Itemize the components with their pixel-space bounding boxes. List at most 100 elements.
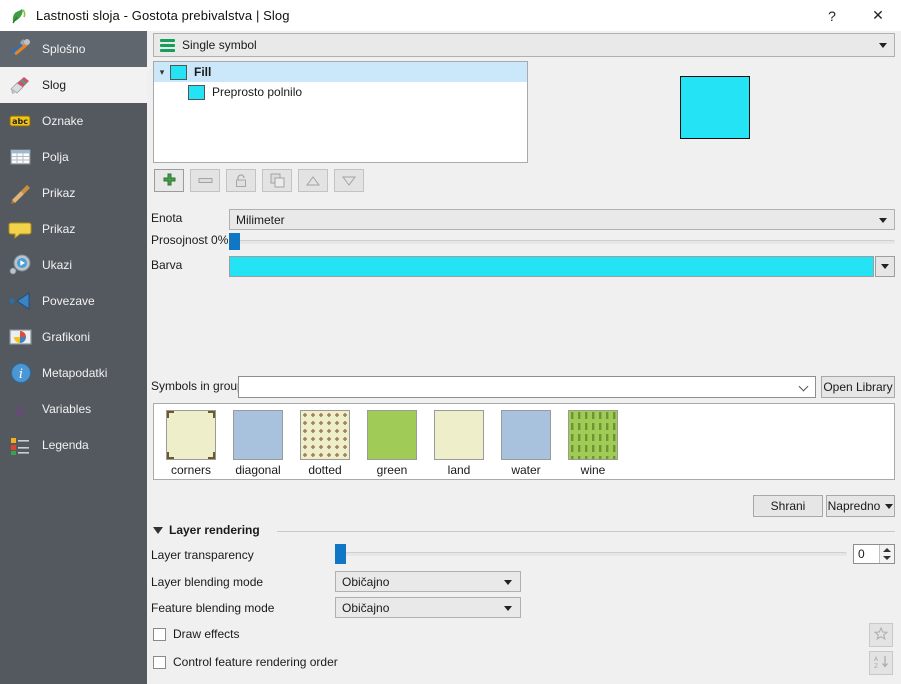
symbol-name: green bbox=[376, 463, 408, 477]
close-button[interactable]: ✕ bbox=[855, 0, 901, 31]
sidebar-item-metapodatki[interactable]: i Metapodatki bbox=[0, 355, 147, 391]
color-row: Barva bbox=[151, 256, 899, 278]
sidebar-item-povezave[interactable]: Povezave bbox=[0, 283, 147, 319]
duplicate-layer-button[interactable] bbox=[262, 169, 292, 192]
sidebar-item-grafikoni[interactable]: Grafikoni bbox=[0, 319, 147, 355]
layer-blending-mode-value: Običajno bbox=[342, 574, 390, 589]
layer-rendering-title: Layer rendering bbox=[169, 523, 260, 537]
symbol-gallery-item[interactable]: water bbox=[497, 410, 555, 479]
symbol-swatch bbox=[188, 84, 205, 100]
triangle-down-icon bbox=[342, 175, 356, 187]
qgis-leaf-icon bbox=[10, 7, 28, 25]
symbol-gallery-item[interactable]: diagonal bbox=[229, 410, 287, 479]
symbol-gallery-item[interactable]: land bbox=[430, 410, 488, 479]
sidebar-item-label: Grafikoni bbox=[42, 330, 91, 344]
advanced-button-label: Napredno bbox=[827, 499, 881, 513]
sidebar-item-prikaz-tooltip[interactable]: Prikaz bbox=[0, 211, 147, 247]
layer-rendering-header[interactable]: Layer rendering bbox=[153, 523, 260, 537]
window-controls: ? ✕ bbox=[809, 0, 901, 31]
move-layer-up-button[interactable] bbox=[298, 169, 328, 192]
symbol-gallery-item[interactable]: dotted bbox=[296, 410, 354, 479]
layer-transparency-slider[interactable] bbox=[335, 552, 847, 556]
save-style-button[interactable]: Shrani bbox=[753, 495, 823, 517]
tree-row[interactable]: ▾ Fill bbox=[154, 62, 527, 82]
transparency-row: Prosojnost 0% bbox=[151, 231, 899, 253]
symbol-thumbnail-diagonal bbox=[233, 410, 283, 460]
unit-value: Milimeter bbox=[236, 212, 285, 227]
draw-effects-checkbox[interactable] bbox=[153, 627, 166, 641]
open-library-button[interactable]: Open Library bbox=[821, 376, 895, 398]
tree-row[interactable]: Preprosto polnilo bbox=[154, 82, 527, 102]
triangle-down-icon[interactable] bbox=[153, 526, 163, 534]
style-panel: Single symbol ▾ Fill Preprosto polnilo E… bbox=[147, 31, 901, 684]
symbol-swatch bbox=[170, 64, 187, 80]
triangle-up-icon bbox=[306, 175, 320, 187]
transparency-slider[interactable] bbox=[229, 240, 895, 244]
symbol-name: diagonal bbox=[235, 463, 281, 477]
symbol-gallery-item[interactable]: green bbox=[363, 410, 421, 479]
move-layer-down-button[interactable] bbox=[334, 169, 364, 192]
sidebar-item-label: Ukazi bbox=[42, 258, 73, 272]
rendering-order-settings-button[interactable]: A Z bbox=[869, 651, 893, 675]
symbol-gallery-item[interactable]: wine bbox=[564, 410, 622, 479]
advanced-button[interactable]: Napredno bbox=[826, 495, 895, 517]
symbol-layer-tree[interactable]: ▾ Fill Preprosto polnilo bbox=[153, 61, 528, 163]
table-grid-icon bbox=[8, 144, 34, 170]
plus-icon bbox=[162, 173, 177, 188]
sidebar-item-oznake[interactable]: abc Oznake bbox=[0, 103, 147, 139]
add-symbol-layer-button[interactable] bbox=[154, 169, 184, 192]
spinner-up-icon[interactable] bbox=[883, 548, 891, 552]
renderer-type-combo[interactable]: Single symbol bbox=[153, 33, 895, 57]
section-divider bbox=[277, 531, 895, 532]
svg-text:Z: Z bbox=[874, 663, 878, 670]
chevron-down-icon bbox=[885, 503, 894, 509]
control-rendering-order-row[interactable]: Control feature rendering order bbox=[153, 655, 338, 669]
sidebar-item-prikaz-broom[interactable]: Prikaz bbox=[0, 175, 147, 211]
sidebar-item-ukazi[interactable]: Ukazi bbox=[0, 247, 147, 283]
symbols-in-group-combo[interactable] bbox=[238, 376, 816, 398]
sidebar-item-label: Prikaz bbox=[42, 222, 76, 236]
feature-blending-mode-combo[interactable]: Običajno bbox=[335, 597, 521, 618]
sidebar-item-label: Polja bbox=[42, 150, 69, 164]
unit-combo[interactable]: Milimeter bbox=[229, 209, 895, 230]
transparency-slider-handle[interactable] bbox=[229, 233, 240, 250]
sidebar-item-label: Prikaz bbox=[42, 186, 76, 200]
epsilon-icon: ε bbox=[8, 396, 34, 422]
paintbrush-icon bbox=[8, 72, 34, 98]
layer-properties-dialog: Lastnosti sloja - Gostota prebivalstva |… bbox=[0, 0, 901, 684]
chevron-down-icon[interactable]: ▾ bbox=[154, 62, 170, 82]
control-rendering-order-label: Control feature rendering order bbox=[173, 655, 338, 669]
sidebar-item-label: Variables bbox=[42, 402, 92, 416]
window-title: Lastnosti sloja - Gostota prebivalstva |… bbox=[36, 8, 290, 23]
symbol-gallery[interactable]: corners diagonal dotted green land water… bbox=[153, 403, 895, 480]
sidebar-item-label: Legenda bbox=[42, 438, 89, 452]
sidebar-item-polja[interactable]: Polja bbox=[0, 139, 147, 175]
draw-effects-row[interactable]: Draw effects bbox=[153, 627, 239, 641]
sidebar-item-slog[interactable]: Slog bbox=[0, 67, 147, 103]
color-swatch-button[interactable] bbox=[229, 256, 874, 277]
sidebar-item-legenda[interactable]: Legenda bbox=[0, 427, 147, 463]
layer-transparency-slider-handle[interactable] bbox=[335, 544, 346, 564]
sidebar-item-label: Povezave bbox=[42, 294, 95, 308]
sidebar-item-variables[interactable]: ε Variables bbox=[0, 391, 147, 427]
symbol-gallery-item[interactable]: corners bbox=[162, 410, 220, 479]
layer-transparency-spinbox[interactable]: 0 bbox=[853, 544, 895, 564]
legend-list-icon bbox=[8, 432, 34, 458]
color-dropdown-button[interactable] bbox=[875, 256, 895, 277]
unit-label: Enota bbox=[151, 211, 183, 225]
layer-blending-mode-combo[interactable]: Običajno bbox=[335, 571, 521, 592]
sidebar-item-splosno[interactable]: Splošno bbox=[0, 31, 147, 67]
control-rendering-order-checkbox[interactable] bbox=[153, 655, 166, 669]
remove-symbol-layer-button[interactable] bbox=[190, 169, 220, 192]
sidebar-item-label: Metapodatki bbox=[42, 366, 108, 380]
lock-layer-colors-button[interactable] bbox=[226, 169, 256, 192]
pie-chart-icon bbox=[8, 324, 34, 350]
speech-bubble-icon bbox=[8, 216, 34, 242]
spinner-down-icon[interactable] bbox=[883, 556, 891, 560]
tree-row-label: Fill bbox=[194, 65, 212, 79]
draw-effects-settings-button[interactable] bbox=[869, 623, 893, 647]
help-button[interactable]: ? bbox=[809, 0, 855, 31]
svg-text:ε: ε bbox=[16, 399, 26, 421]
spinner-buttons[interactable] bbox=[879, 545, 894, 563]
symbol-preview-swatch bbox=[680, 76, 750, 139]
